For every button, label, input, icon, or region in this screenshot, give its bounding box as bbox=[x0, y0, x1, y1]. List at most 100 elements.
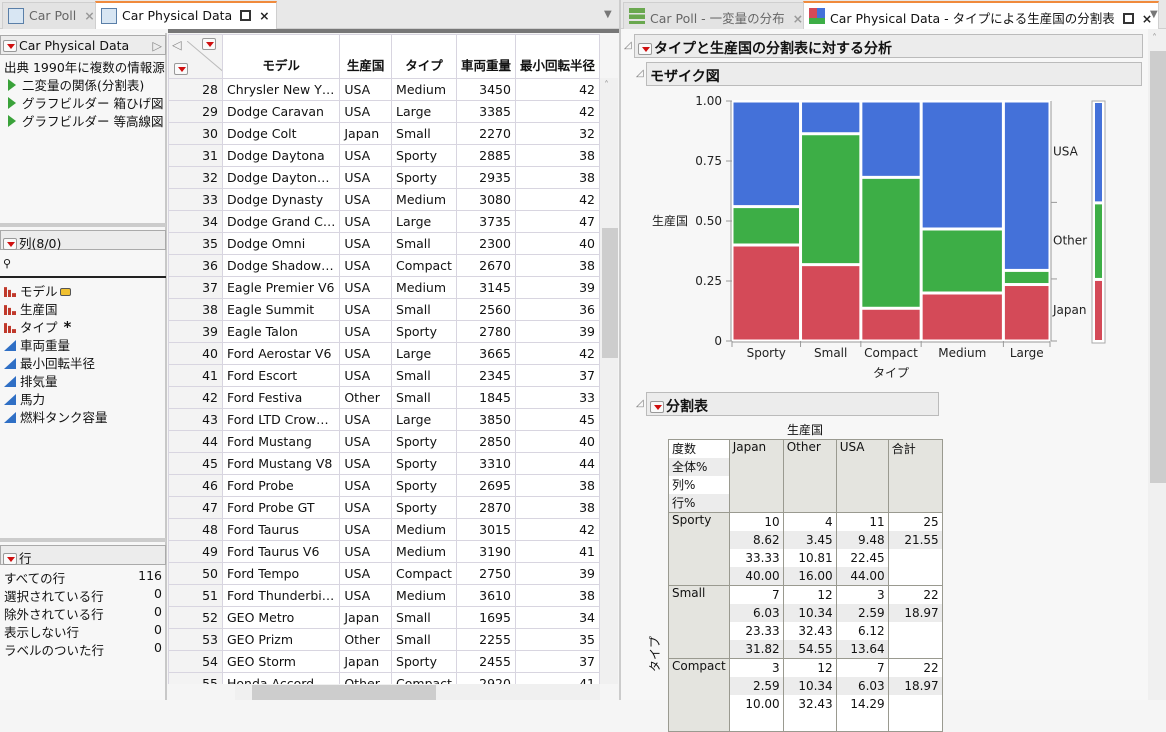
weight-cell[interactable]: 3015 bbox=[455, 518, 516, 541]
turning-radius-cell[interactable]: 42 bbox=[514, 188, 600, 211]
row-number[interactable]: 28 bbox=[168, 78, 223, 101]
weight-cell[interactable]: 2270 bbox=[455, 122, 516, 145]
country-cell[interactable]: USA bbox=[339, 408, 393, 431]
model-cell[interactable]: Dodge Caravan bbox=[221, 100, 341, 123]
weight-cell[interactable]: 2870 bbox=[455, 496, 516, 519]
model-cell[interactable]: Ford Mustang bbox=[221, 430, 341, 453]
type-cell[interactable]: Sporty bbox=[391, 166, 457, 189]
column-item[interactable]: 馬力 bbox=[4, 389, 45, 407]
row-number[interactable]: 50 bbox=[168, 562, 223, 585]
mosaic-cell-large-japan[interactable] bbox=[1003, 285, 1050, 341]
row-number[interactable]: 44 bbox=[168, 430, 223, 453]
table-panel-header[interactable]: Car Physical Data ▷ bbox=[0, 35, 166, 55]
type-cell[interactable]: Medium bbox=[391, 584, 457, 607]
turning-radius-cell[interactable]: 38 bbox=[514, 496, 600, 519]
report-vertical-scrollbar[interactable]: ˄ bbox=[1148, 29, 1166, 700]
weight-cell[interactable]: 2885 bbox=[455, 144, 516, 167]
country-cell[interactable]: USA bbox=[339, 518, 393, 541]
type-cell[interactable]: Medium bbox=[391, 188, 457, 211]
country-cell[interactable]: USA bbox=[339, 474, 393, 497]
weight-cell[interactable]: 2695 bbox=[455, 474, 516, 497]
table-row[interactable]: 52 GEO Metro Japan Small 1695 34 bbox=[168, 606, 600, 629]
type-cell[interactable]: Large bbox=[391, 408, 457, 431]
turning-radius-cell[interactable]: 39 bbox=[514, 562, 600, 585]
row-number[interactable]: 45 bbox=[168, 452, 223, 475]
turning-radius-cell[interactable]: 38 bbox=[514, 144, 600, 167]
table-row[interactable]: 51 Ford Thunderbi… USA Medium 3610 38 bbox=[168, 584, 600, 607]
row-number[interactable]: 40 bbox=[168, 342, 223, 365]
country-cell[interactable]: Other bbox=[339, 628, 393, 651]
type-cell[interactable]: Medium bbox=[391, 276, 457, 299]
column-item[interactable]: 生産国 bbox=[4, 299, 58, 317]
model-cell[interactable]: Dodge Grand C… bbox=[221, 210, 341, 233]
horizontal-scrollbar[interactable] bbox=[235, 684, 600, 700]
country-cell[interactable]: USA bbox=[339, 276, 393, 299]
table-row[interactable]: 40 Ford Aerostar V6 USA Large 3665 42 bbox=[168, 342, 600, 365]
rows-red-triangle-icon[interactable] bbox=[174, 63, 188, 75]
red-triangle-menu-icon[interactable] bbox=[3, 40, 17, 52]
row-number[interactable]: 37 bbox=[168, 276, 223, 299]
model-cell[interactable]: Dodge Colt bbox=[221, 122, 341, 145]
rows-panel-header[interactable]: 行 bbox=[0, 545, 166, 566]
marginal-bar-usa[interactable] bbox=[1095, 103, 1102, 202]
weight-cell[interactable]: 3310 bbox=[455, 452, 516, 475]
model-cell[interactable]: Ford Probe bbox=[221, 474, 341, 497]
script-item[interactable]: グラフビルダー 等高線図 bbox=[4, 111, 163, 130]
row-number[interactable]: 35 bbox=[168, 232, 223, 255]
type-cell[interactable]: Sporty bbox=[391, 474, 457, 497]
model-cell[interactable]: Ford Mustang V8 bbox=[221, 452, 341, 475]
type-cell[interactable]: Small bbox=[391, 606, 457, 629]
type-cell[interactable]: Small bbox=[391, 232, 457, 255]
country-cell[interactable]: USA bbox=[339, 188, 393, 211]
turning-radius-cell[interactable]: 40 bbox=[514, 430, 600, 453]
type-cell[interactable]: Large bbox=[391, 210, 457, 233]
weight-cell[interactable]: 2255 bbox=[455, 628, 516, 651]
column-item[interactable]: 車両重量 bbox=[4, 335, 70, 353]
row-number[interactable]: 49 bbox=[168, 540, 223, 563]
model-cell[interactable]: Eagle Premier V6 bbox=[221, 276, 341, 299]
model-cell[interactable]: Eagle Talon bbox=[221, 320, 341, 343]
country-cell[interactable]: USA bbox=[339, 144, 393, 167]
country-cell[interactable]: USA bbox=[339, 496, 393, 519]
column-header-country[interactable]: 生産国 bbox=[339, 34, 393, 79]
scroll-thumb[interactable] bbox=[602, 228, 618, 358]
turning-radius-cell[interactable]: 47 bbox=[514, 210, 600, 233]
weight-cell[interactable]: 1695 bbox=[455, 606, 516, 629]
country-cell[interactable]: USA bbox=[339, 452, 393, 475]
row-number[interactable]: 55 bbox=[168, 672, 223, 684]
mosaic-cell-sporty-usa[interactable] bbox=[732, 101, 801, 207]
mosaic-cell-small-usa[interactable] bbox=[801, 101, 861, 134]
weight-cell[interactable]: 3145 bbox=[455, 276, 516, 299]
scroll-thumb[interactable] bbox=[252, 685, 436, 700]
country-cell[interactable]: Other bbox=[339, 672, 393, 684]
country-cell[interactable]: USA bbox=[339, 166, 393, 189]
turning-radius-cell[interactable]: 38 bbox=[514, 584, 600, 607]
mosaic-cell-medium-japan[interactable] bbox=[921, 293, 1003, 341]
country-cell[interactable]: Other bbox=[339, 386, 393, 409]
column-item[interactable]: 排気量 bbox=[4, 371, 58, 389]
type-cell[interactable]: Medium bbox=[391, 518, 457, 541]
red-triangle-menu-icon[interactable] bbox=[3, 553, 17, 565]
turning-radius-cell[interactable]: 38 bbox=[514, 166, 600, 189]
country-cell[interactable]: USA bbox=[339, 430, 393, 453]
turning-radius-cell[interactable]: 42 bbox=[514, 518, 600, 541]
table-row[interactable]: 36 Dodge Shadow… USA Compact 2670 38 bbox=[168, 254, 600, 277]
type-cell[interactable]: Sporty bbox=[391, 430, 457, 453]
type-cell[interactable]: Sporty bbox=[391, 496, 457, 519]
country-cell[interactable]: USA bbox=[339, 562, 393, 585]
type-cell[interactable]: Large bbox=[391, 100, 457, 123]
table-row[interactable]: 44 Ford Mustang USA Sporty 2850 40 bbox=[168, 430, 600, 453]
row-number[interactable]: 42 bbox=[168, 386, 223, 409]
turning-radius-cell[interactable]: 36 bbox=[514, 298, 600, 321]
type-cell[interactable]: Small bbox=[391, 386, 457, 409]
tab-list-menu-icon[interactable]: ▼ bbox=[1150, 9, 1158, 20]
weight-cell[interactable]: 2935 bbox=[455, 166, 516, 189]
report-outline-header[interactable]: タイプと生産国の分割表に対する分析 bbox=[634, 34, 1143, 58]
table-row[interactable]: 34 Dodge Grand C… USA Large 3735 47 bbox=[168, 210, 600, 233]
table-row[interactable]: 35 Dodge Omni USA Small 2300 40 bbox=[168, 232, 600, 255]
type-cell[interactable]: Small bbox=[391, 122, 457, 145]
weight-cell[interactable]: 2300 bbox=[455, 232, 516, 255]
disclosure-icon[interactable]: ◿ bbox=[636, 398, 644, 409]
tab-car-poll[interactable]: Car Poll × bbox=[2, 2, 102, 29]
weight-cell[interactable]: 3385 bbox=[455, 100, 516, 123]
